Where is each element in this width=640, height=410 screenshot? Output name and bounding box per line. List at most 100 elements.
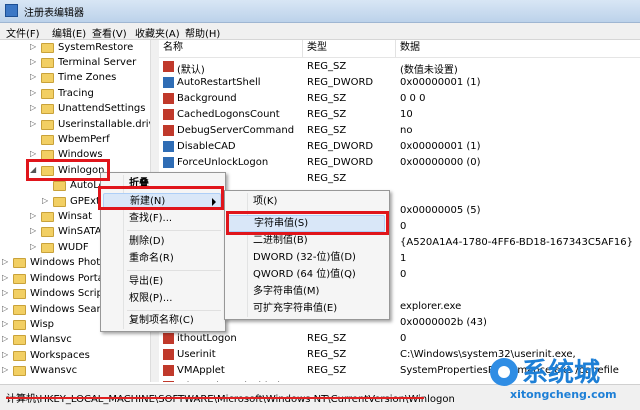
menu-file[interactable]: 文件(F)	[6, 25, 40, 40]
submenu-item-multi-string-value[interactable]: 多字符串值(M)	[227, 283, 385, 300]
value-type: REG_DWORD	[307, 141, 374, 152]
value-row[interactable]: Background REG_SZ 0 0 0	[159, 91, 640, 107]
expand-arrow-icon[interactable]: ▷	[30, 119, 38, 128]
new-submenu: 项(K) 字符串值(S) 二进制值(B) DWORD (32-位)值(D) QW…	[224, 190, 390, 320]
value-data: (数值未设置)	[400, 65, 458, 76]
folder-icon	[13, 366, 26, 376]
string-value-icon	[163, 125, 174, 136]
column-header-name[interactable]: 名称	[159, 40, 303, 57]
expand-arrow-icon[interactable]: ▷	[30, 57, 38, 66]
folder-icon	[41, 104, 54, 114]
expand-arrow-icon[interactable]: ▷	[30, 149, 38, 158]
expand-arrow-icon[interactable]: ▷	[30, 88, 38, 97]
expand-arrow-icon[interactable]: ▷	[2, 288, 10, 297]
value-name: AutoRestartShell	[177, 77, 261, 88]
expand-arrow-icon[interactable]: ▷	[2, 350, 10, 359]
value-row[interactable]: ForceUnlockLogon REG_DWORD 0x00000000 (0)	[159, 155, 640, 171]
folder-icon	[13, 335, 26, 345]
value-type: REG_SZ	[307, 365, 347, 376]
folder-icon	[41, 120, 54, 130]
value-data: 0	[400, 333, 407, 344]
menu-item-export[interactable]: 导出(E)	[103, 273, 221, 290]
value-data: explorer.exe	[400, 301, 462, 312]
expand-arrow-icon[interactable]: ▷	[30, 42, 38, 51]
value-data: 0x00000001 (1)	[400, 141, 481, 152]
value-type: REG_SZ	[307, 93, 347, 104]
submenu-item-dword-value[interactable]: DWORD (32-位)值(D)	[227, 249, 385, 266]
string-value-icon	[163, 381, 174, 382]
value-data: 0 0 0	[400, 93, 426, 104]
value-data: 0	[400, 269, 407, 280]
string-value-icon	[163, 365, 174, 376]
folder-icon	[13, 320, 26, 330]
menu-item-find[interactable]: 查找(F)...	[103, 210, 221, 227]
string-value-icon	[163, 61, 174, 72]
binary-value-icon	[163, 141, 174, 152]
folder-icon	[13, 258, 26, 268]
folder-icon	[13, 305, 26, 315]
folder-icon	[41, 73, 54, 83]
value-name: VMApplet	[177, 365, 225, 376]
menu-item-delete[interactable]: 删除(D)	[103, 233, 221, 250]
value-row[interactable]: DisableCAD REG_DWORD 0x00000001 (1)	[159, 139, 640, 155]
expand-arrow-icon[interactable]: ▷	[30, 103, 38, 112]
value-name: Background	[177, 93, 237, 104]
value-name: DisableCAD	[177, 141, 236, 152]
folder-icon	[53, 197, 66, 207]
highlight-box-string-value	[226, 211, 389, 235]
menu-separator	[127, 310, 221, 311]
value-data: no	[400, 125, 413, 136]
submenu-item-expandable-string-value[interactable]: 可扩充字符串值(E)	[227, 300, 385, 317]
menu-edit[interactable]: 编辑(E)	[52, 25, 86, 40]
column-header-data[interactable]: 数据	[396, 40, 640, 57]
menu-bar: 文件(F) 编辑(E) 查看(V) 收藏夹(A) 帮助(H)	[0, 23, 640, 40]
submenu-item-key[interactable]: 项(K)	[227, 193, 385, 210]
menu-view[interactable]: 查看(V)	[92, 25, 127, 40]
value-type: REG_SZ	[307, 61, 347, 72]
column-header-type[interactable]: 类型	[303, 40, 396, 57]
value-data: 0	[400, 381, 406, 382]
expand-arrow-icon[interactable]: ▷	[30, 211, 38, 220]
menu-item-copy-key-name[interactable]: 复制项名称(C)	[103, 312, 221, 329]
value-row[interactable]: (默认) REG_SZ (数值未设置)	[159, 59, 640, 76]
expand-arrow-icon[interactable]: ▷	[2, 334, 10, 343]
submenu-item-qword-value[interactable]: QWORD (64 位)值(Q)	[227, 266, 385, 283]
value-type: REG_DWORD	[307, 77, 374, 88]
value-row[interactable]: DebugServerCommand REG_SZ no	[159, 123, 640, 139]
value-type: REG_SZ	[307, 381, 346, 382]
value-type: REG_SZ	[307, 333, 347, 344]
expand-arrow-icon[interactable]: ▷	[2, 319, 10, 328]
menu-separator	[127, 270, 221, 271]
expand-arrow-icon[interactable]: ▷	[2, 257, 10, 266]
menu-item-permissions[interactable]: 权限(P)...	[103, 290, 221, 307]
binary-value-icon	[163, 77, 174, 88]
value-data: 0x00000005 (5)	[400, 205, 481, 216]
folder-icon	[13, 351, 26, 361]
value-row[interactable]: AutoRestartShell REG_DWORD 0x00000001 (1)	[159, 75, 640, 91]
folder-icon	[41, 43, 54, 53]
menu-favorites[interactable]: 收藏夹(A)	[135, 25, 180, 40]
value-row[interactable]: ithoutLogon REG_SZ 0	[159, 331, 640, 347]
watermark-url: xitongcheng.com	[510, 388, 617, 401]
expand-arrow-icon[interactable]: ▷	[30, 72, 38, 81]
expand-arrow-icon[interactable]: ▷	[2, 304, 10, 313]
expand-arrow-icon[interactable]: ▷	[30, 242, 38, 251]
string-value-icon	[163, 333, 174, 344]
menu-item-rename[interactable]: 重命名(R)	[103, 250, 221, 267]
header-divider	[159, 57, 640, 58]
watermark-logo-icon	[490, 358, 518, 386]
value-row[interactable]: CachedLogonsCount REG_SZ 10	[159, 107, 640, 123]
window-title: 注册表编辑器	[24, 8, 84, 19]
expand-arrow-icon[interactable]: ▷	[42, 196, 50, 205]
folder-icon	[41, 212, 54, 222]
value-data: 0x00000001 (1)	[400, 77, 481, 88]
value-data: 0x0000002b (43)	[400, 317, 487, 328]
title-bar: 注册表编辑器	[0, 0, 640, 23]
expand-arrow-icon[interactable]: ▷	[2, 365, 10, 374]
expand-arrow-icon[interactable]: ▷	[30, 226, 38, 235]
menu-separator	[127, 230, 221, 231]
value-name: ForceUnlockLogon	[177, 157, 269, 168]
value-row[interactable]: CaptionREG_SZ	[159, 171, 640, 187]
menu-help[interactable]: 帮助(H)	[185, 25, 220, 40]
expand-arrow-icon[interactable]: ▷	[2, 273, 10, 282]
